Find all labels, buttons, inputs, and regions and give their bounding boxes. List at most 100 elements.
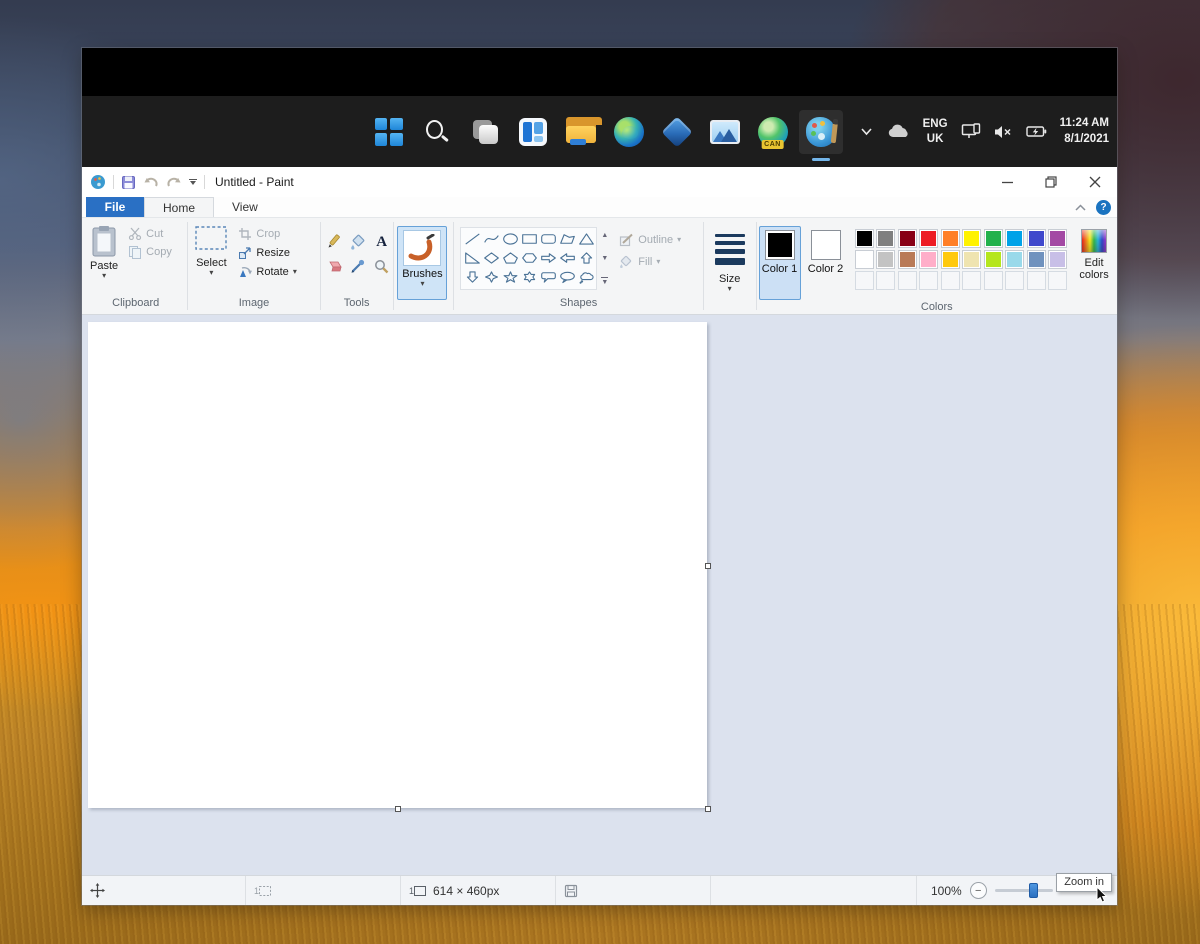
palette-empty-slot-2[interactable] — [876, 271, 896, 290]
size-button[interactable]: Size ▾ — [705, 228, 755, 293]
help-button[interactable]: ? — [1096, 199, 1111, 215]
tab-view[interactable]: View — [214, 197, 276, 217]
color-picker-tool-button[interactable] — [347, 255, 369, 277]
eraser-tool-button[interactable] — [323, 255, 345, 277]
palette-empty-slot-9[interactable] — [1026, 271, 1046, 290]
taskbar-task-view-button[interactable] — [463, 110, 507, 154]
palette-color-00a2e8[interactable] — [1005, 229, 1025, 248]
shape-right-arrow[interactable] — [539, 248, 558, 267]
redo-button[interactable] — [166, 175, 182, 189]
palette-color-ff7f27[interactable] — [940, 229, 960, 248]
tab-home[interactable]: Home — [144, 197, 215, 217]
shape-triangle[interactable] — [577, 229, 596, 248]
palette-empty-slot-3[interactable] — [897, 271, 917, 290]
save-button[interactable] — [121, 175, 136, 190]
palette-color-99d9ea[interactable] — [1005, 250, 1025, 269]
taskbar-widgets-button[interactable] — [511, 110, 555, 154]
text-tool-button[interactable]: A — [371, 231, 393, 253]
shapes-scroll-up-button[interactable]: ▲ — [598, 229, 611, 242]
canvas-resize-handle-corner[interactable] — [705, 806, 711, 812]
shape-ellipse[interactable] — [501, 229, 520, 248]
palette-color-7092be[interactable] — [1026, 250, 1046, 269]
outline-button[interactable]: Outline ▾ — [619, 233, 681, 247]
color2-button[interactable]: Color 2 — [805, 226, 847, 300]
shapes-scroll-down-button[interactable]: ▼ — [598, 252, 611, 265]
close-button[interactable] — [1073, 167, 1117, 197]
palette-color-000000[interactable] — [854, 229, 874, 248]
shape-six-point-star[interactable] — [520, 267, 539, 286]
shape-rounded-rectangular-callout[interactable] — [539, 267, 558, 286]
clock[interactable]: 11:24 AM 8/1/2021 — [1060, 116, 1109, 147]
shape-hexagon[interactable] — [520, 248, 539, 267]
zoom-slider-thumb[interactable] — [1028, 883, 1038, 898]
palette-color-ffffff[interactable] — [854, 250, 874, 269]
pencil-tool-button[interactable] — [323, 231, 345, 253]
palette-color-fff200[interactable] — [962, 229, 982, 248]
color1-button[interactable]: Color 1 — [758, 226, 801, 300]
shape-four-point-star[interactable] — [482, 267, 501, 286]
magnifier-tool-button[interactable] — [371, 255, 393, 277]
taskbar-paint-button[interactable] — [798, 109, 843, 154]
cut-button[interactable]: Cut — [128, 227, 172, 240]
resize-button[interactable]: Resize — [238, 246, 296, 260]
paste-button[interactable]: Paste ▾ — [84, 223, 124, 281]
restore-button[interactable] — [1029, 167, 1073, 197]
onedrive-cloud-icon[interactable] — [886, 124, 910, 139]
palette-color-efe4b0[interactable] — [962, 250, 982, 269]
palette-color-3f48cc[interactable] — [1026, 229, 1046, 248]
shape-line[interactable] — [463, 229, 482, 248]
select-button[interactable]: Select ▾ — [188, 223, 234, 278]
fill-button[interactable]: Fill ▾ — [619, 255, 681, 269]
shape-polygon[interactable] — [558, 229, 577, 248]
palette-empty-slot-10[interactable] — [1048, 271, 1068, 290]
rotate-button[interactable]: Rotate ▾ — [238, 265, 297, 279]
palette-color-c3c3c3[interactable] — [876, 250, 896, 269]
canvas-resize-handle-bottom[interactable] — [395, 806, 401, 812]
fill-with-color-tool-button[interactable] — [347, 231, 369, 253]
edit-colors-button[interactable]: Edit colors — [1071, 229, 1117, 281]
undo-button[interactable] — [143, 175, 159, 189]
taskbar-edge-button[interactable] — [607, 110, 651, 154]
shape-diamond[interactable] — [482, 248, 501, 267]
palette-empty-slot-6[interactable] — [962, 271, 982, 290]
palette-empty-slot-4[interactable] — [919, 271, 939, 290]
canvas-resize-handle-right[interactable] — [705, 563, 711, 569]
zoom-out-button[interactable]: − — [969, 882, 987, 899]
palette-empty-slot-5[interactable] — [940, 271, 960, 290]
language-indicator[interactable]: ENG UK — [923, 117, 948, 146]
taskbar-start-button[interactable] — [367, 110, 411, 154]
palette-empty-slot-1[interactable] — [854, 271, 874, 290]
shape-down-arrow[interactable] — [463, 267, 482, 286]
tray-chevron-icon[interactable] — [860, 126, 873, 137]
shape-cloud-callout[interactable] — [577, 267, 596, 286]
palette-color-880015[interactable] — [897, 229, 917, 248]
battery-charging-icon[interactable] — [1025, 125, 1047, 138]
volume-muted-icon[interactable] — [994, 124, 1013, 140]
shapes-more-button[interactable]: ▼ — [598, 275, 611, 288]
palette-color-ffc90e[interactable] — [940, 250, 960, 269]
copy-button[interactable]: Copy — [128, 245, 172, 259]
drawing-canvas[interactable] — [88, 322, 707, 808]
taskbar-file-explorer-button[interactable] — [559, 110, 603, 154]
palette-color-22b14c[interactable] — [983, 229, 1003, 248]
taskbar-edge-canary-button[interactable]: CAN — [751, 110, 795, 154]
shape-up-arrow[interactable] — [577, 248, 596, 267]
zoom-slider[interactable] — [994, 883, 1053, 898]
shape-five-point-star[interactable] — [501, 267, 520, 286]
brushes-button[interactable]: Brushes ▾ — [397, 226, 448, 300]
palette-color-ed1c24[interactable] — [919, 229, 939, 248]
taskbar-store-cube-button[interactable] — [655, 110, 699, 154]
tab-file[interactable]: File — [86, 197, 144, 217]
shape-curve[interactable] — [482, 229, 501, 248]
shape-pentagon[interactable] — [501, 248, 520, 267]
palette-color-b97a57[interactable] — [897, 250, 917, 269]
crop-button[interactable]: Crop — [238, 227, 296, 241]
taskbar-photos-button[interactable] — [703, 110, 747, 154]
shape-left-arrow[interactable] — [558, 248, 577, 267]
collapse-ribbon-button[interactable] — [1075, 203, 1086, 211]
shape-right-triangle[interactable] — [463, 248, 482, 267]
palette-color-c8bfe7[interactable] — [1048, 250, 1068, 269]
taskbar-search-button[interactable] — [415, 110, 459, 154]
palette-color-ffaec9[interactable] — [919, 250, 939, 269]
palette-color-7f7f7f[interactable] — [876, 229, 896, 248]
